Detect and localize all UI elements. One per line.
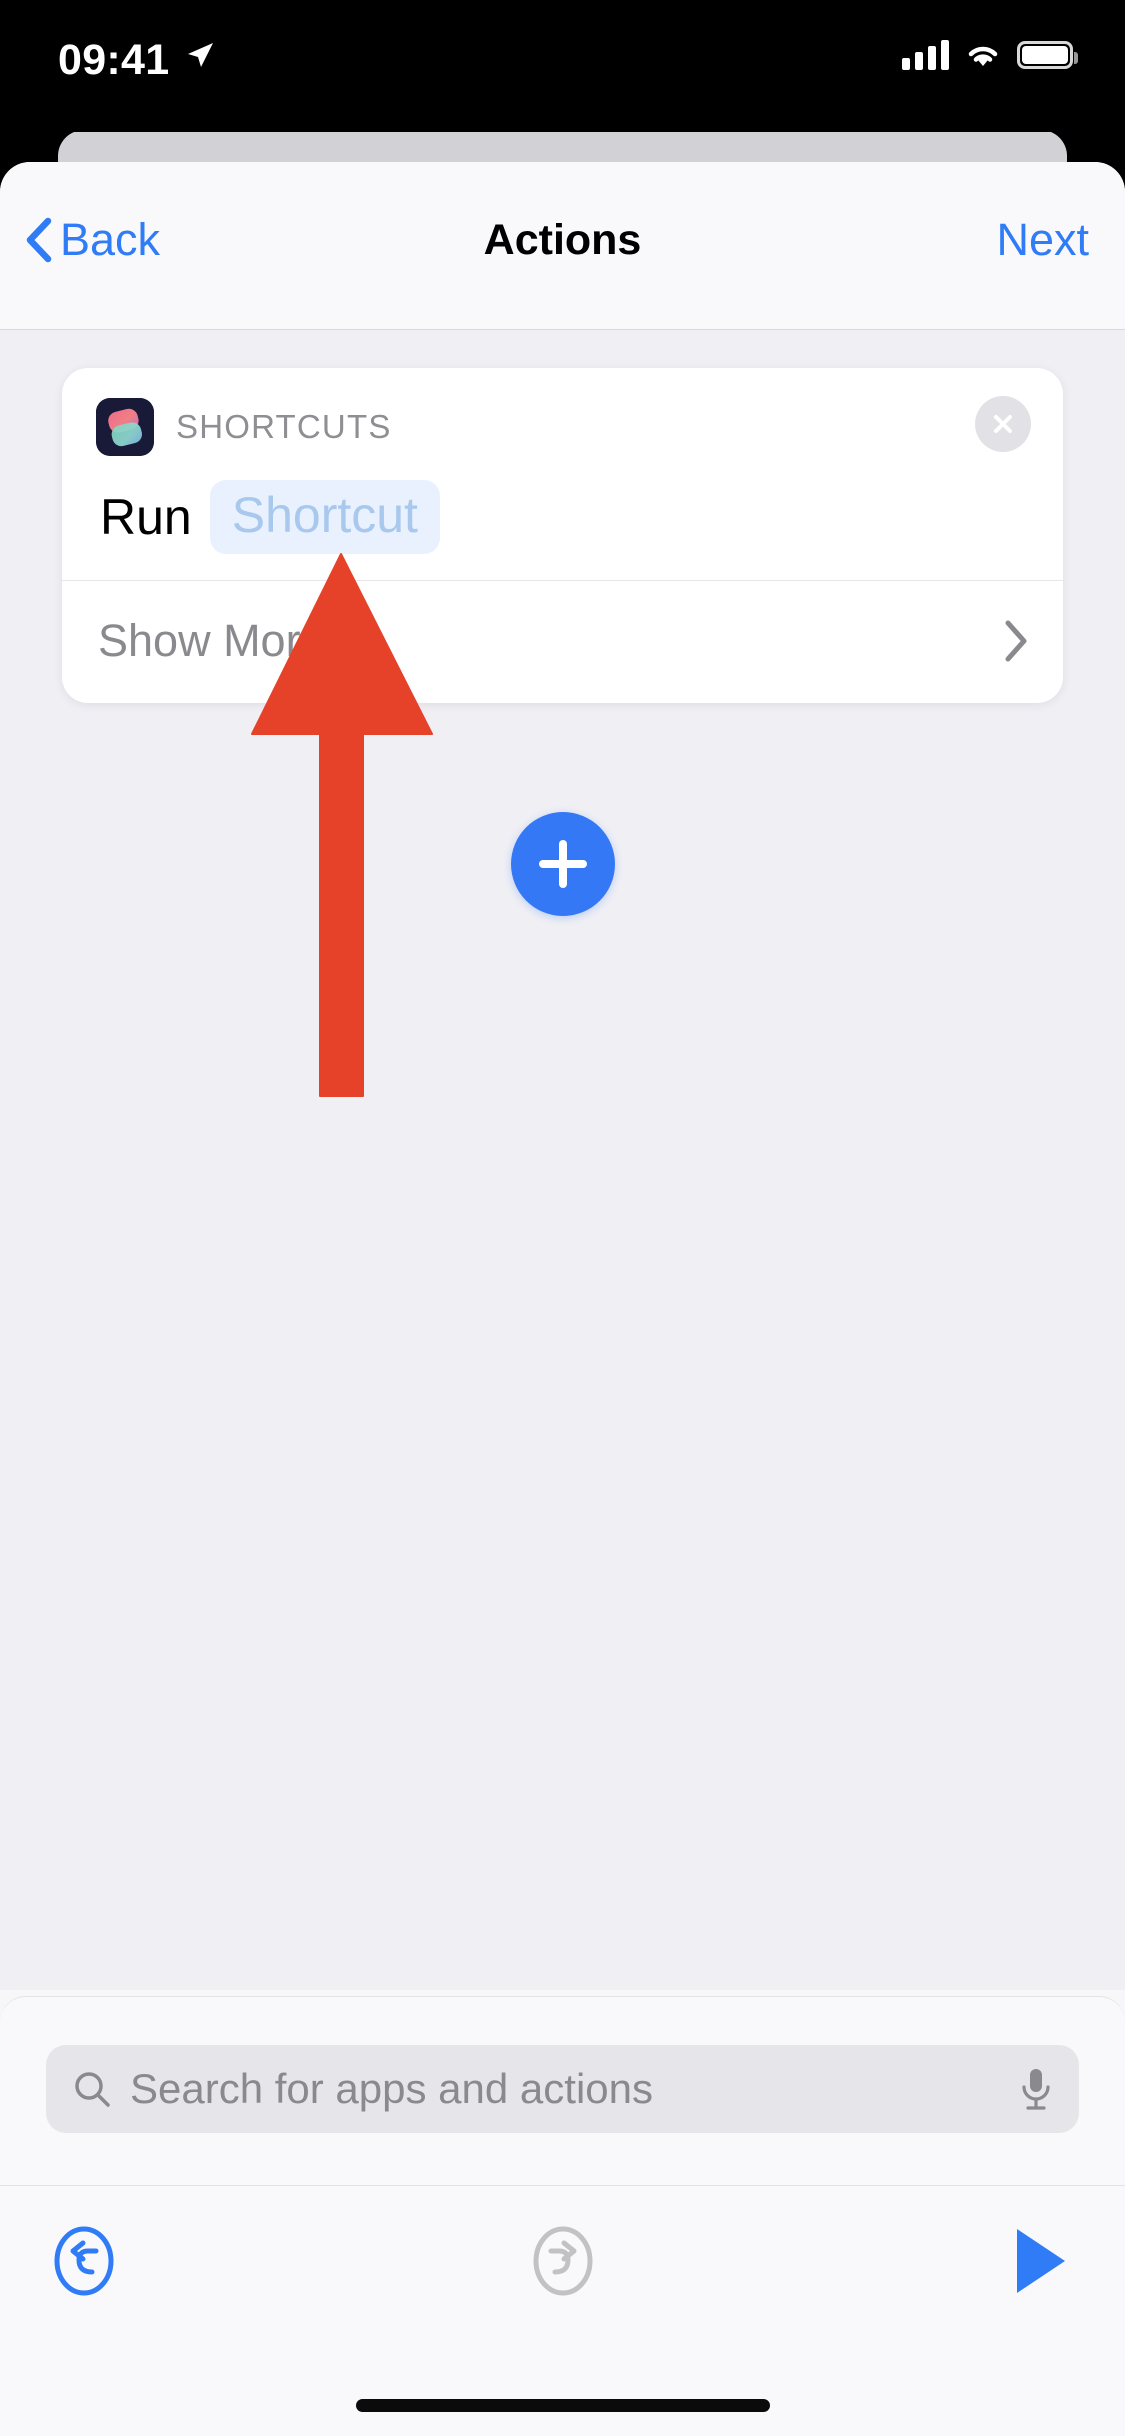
search-icon: [75, 2072, 110, 2107]
redo-button[interactable]: [527, 2225, 599, 2297]
add-action-button[interactable]: [510, 812, 615, 916]
location-arrow-icon: [188, 43, 213, 67]
status-bar-time: 09:41: [58, 36, 170, 84]
bottom-panel: Search for apps and actions: [0, 1996, 1125, 2436]
plus-icon-vertical: [558, 840, 567, 888]
battery-full-icon: [1017, 41, 1078, 69]
action-verb-label: Run: [100, 489, 192, 545]
search-placeholder-text: Search for apps and actions: [130, 2065, 653, 2112]
action-parameter-row: Run Shortcut: [96, 480, 1029, 554]
iphone-screen: 09:41 Back Actions Next SHORTCUTS Run Sh…: [0, 0, 1125, 2436]
next-button[interactable]: Next: [996, 214, 1089, 266]
wifi-icon: [968, 46, 998, 66]
chevron-right-icon: [1005, 620, 1027, 662]
status-bar-indicators: [902, 40, 1078, 70]
search-input[interactable]: Search for apps and actions: [46, 2045, 1079, 2133]
action-card-run-shortcut: SHORTCUTS Run Shortcut Show More: [62, 368, 1063, 703]
action-app-header: SHORTCUTS: [96, 398, 1029, 456]
show-more-row[interactable]: Show More: [62, 581, 1063, 703]
play-button[interactable]: [1011, 2226, 1069, 2296]
page-title: Actions: [483, 216, 642, 264]
close-icon: [994, 415, 1012, 433]
actions-content-area: SHORTCUTS Run Shortcut Show More: [0, 330, 1125, 1990]
editor-toolbar: [0, 2185, 1125, 2335]
search-bar-container: Search for apps and actions: [0, 1997, 1125, 2133]
home-indicator: [355, 2399, 770, 2412]
status-bar: 09:41: [0, 0, 1125, 132]
microphone-icon[interactable]: [1019, 2066, 1053, 2112]
action-card-body: SHORTCUTS Run Shortcut: [62, 368, 1063, 581]
shortcuts-app-icon: [96, 398, 154, 456]
navigation-bar: Back Actions Next: [0, 162, 1125, 330]
action-app-name: SHORTCUTS: [176, 408, 392, 445]
cellular-signal-icon: [902, 40, 949, 70]
show-more-label: Show More: [98, 615, 326, 666]
undo-button[interactable]: [48, 2225, 120, 2297]
shortcut-parameter-token[interactable]: Shortcut: [209, 480, 440, 554]
actions-sheet: Back Actions Next SHORTCUTS Run Shortcut…: [0, 162, 1125, 2436]
close-action-button[interactable]: [975, 396, 1031, 452]
